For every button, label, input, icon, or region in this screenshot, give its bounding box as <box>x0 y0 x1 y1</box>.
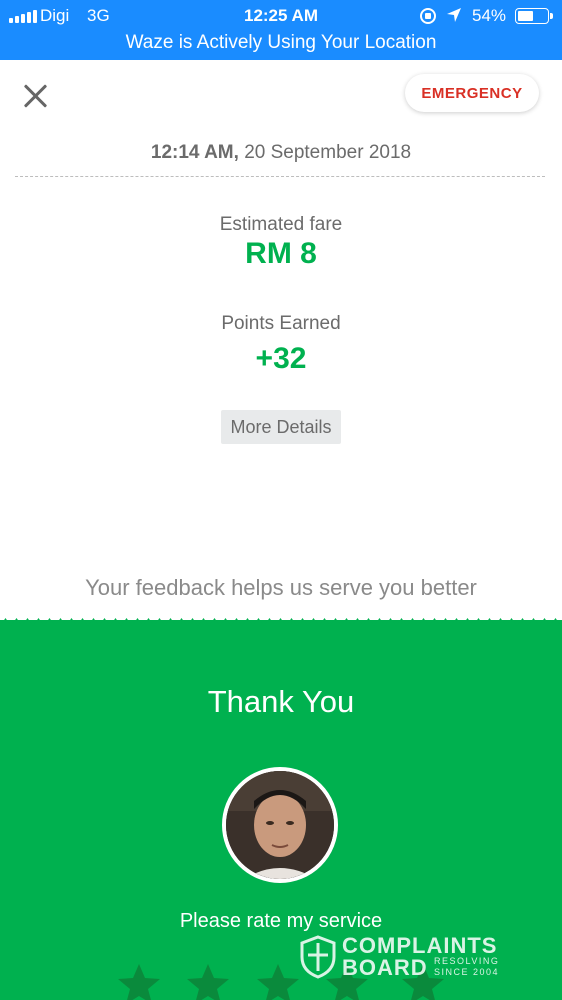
thank-you-heading: Thank You <box>207 684 355 719</box>
rate-prompt: Please rate my service <box>179 910 383 932</box>
watermark-line2: BOARD <box>342 955 428 980</box>
watermark-small2: SINCE 2004 <box>434 967 500 977</box>
watermark-small1: RESOLVING <box>434 956 500 966</box>
trip-datetime: 12:14 AM, 20 September 2018 <box>0 142 562 164</box>
dashed-divider <box>15 176 545 177</box>
fare-label: Estimated fare <box>219 214 343 235</box>
more-details-button[interactable]: More Details <box>221 410 341 444</box>
points-value: +32 <box>255 342 307 375</box>
star-icon[interactable] <box>255 962 301 1000</box>
close-icon[interactable] <box>18 78 54 114</box>
shield-icon <box>300 935 336 979</box>
emergency-button[interactable]: EMERGENCY <box>405 74 539 112</box>
points-label: Points Earned <box>221 313 341 334</box>
rotation-lock-icon <box>420 8 436 24</box>
complaints-board-watermark: COMPLAINTS BOARD RESOLVING SINCE 2004 <box>300 933 520 983</box>
battery-percent: 54% <box>472 6 507 25</box>
trip-time: 12:14 AM, <box>150 142 239 163</box>
status-bar: Digi 3G 12:25 AM 54% Waze is Actively Us… <box>0 0 562 60</box>
battery-icon <box>515 8 553 24</box>
star-icon[interactable] <box>185 962 231 1000</box>
star-icon[interactable] <box>116 962 162 1000</box>
status-row: Digi 3G 12:25 AM 54% <box>0 0 562 32</box>
trip-date: 20 September 2018 <box>244 142 412 163</box>
battery-fill <box>517 10 533 21</box>
driver-avatar <box>222 767 338 883</box>
zigzag-edge <box>0 618 562 626</box>
location-arrow-icon <box>447 8 461 22</box>
feedback-text: Your feedback helps us serve you better <box>85 575 477 600</box>
location-banner[interactable]: Waze is Actively Using Your Location <box>0 32 562 54</box>
fare-value: RM 8 <box>245 237 317 270</box>
